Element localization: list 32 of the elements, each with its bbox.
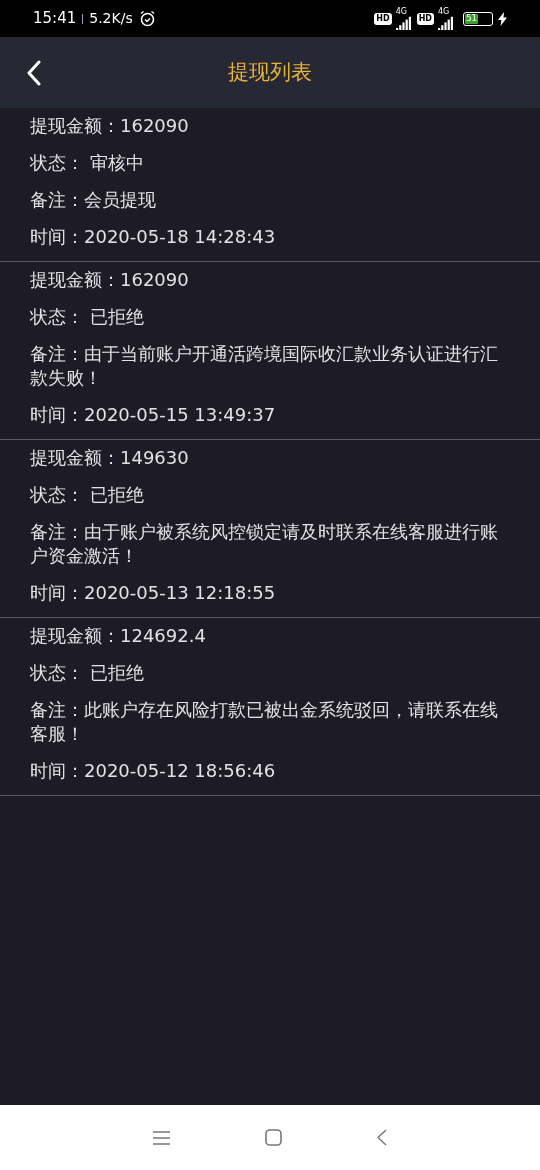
record-field: 状态： 已拒绝 — [30, 305, 500, 329]
hd-badge: HD — [416, 12, 434, 25]
alarm-clock-icon — [138, 10, 156, 27]
record-field: 状态： 已拒绝 — [30, 661, 500, 685]
record-field: 提现金额：162090 — [30, 114, 500, 138]
network-speed: 5.2K/s — [89, 9, 133, 28]
record-field: 时间：2020-05-12 18:56:46 — [30, 759, 500, 783]
network-type: 4G — [395, 7, 407, 16]
charging-icon — [498, 11, 507, 26]
signal-icon — [438, 15, 454, 30]
record-field: 备注：由于当前账户开通活跨境国际收汇款业务认证进行汇款失败！ — [30, 342, 500, 390]
menu-icon[interactable] — [153, 1130, 170, 1145]
clock-time: 15:41 — [33, 8, 77, 30]
record-field: 状态： 已拒绝 — [30, 483, 500, 507]
record-field: 时间：2020-05-18 14:28:43 — [30, 225, 500, 249]
record-field: 备注：会员提现 — [30, 188, 500, 212]
record-field: 时间：2020-05-15 13:49:37 — [30, 403, 500, 427]
page-title: 提现列表 — [228, 58, 312, 86]
record-field: 提现金额：162090 — [30, 268, 500, 292]
record-field: 备注：此账户存在风险打款已被出金系统驳回，请联系在线客服！ — [30, 698, 500, 746]
battery-level: 51 — [465, 14, 478, 23]
back-icon — [27, 60, 41, 86]
record-field: 提现金额：149630 — [30, 446, 500, 470]
hd-badge: HD — [374, 12, 392, 25]
record-field: 时间：2020-05-13 12:18:55 — [30, 581, 500, 605]
record-field: 状态： 审核中 — [30, 151, 500, 175]
signal-icon — [395, 15, 412, 30]
back-icon[interactable] — [377, 1129, 387, 1146]
record-field: 备注：由于账户被系统风控锁定请及时联系在线客服进行账户资金激活！ — [30, 520, 500, 568]
record-field: 提现金额：124692.4 — [30, 624, 500, 648]
home-icon[interactable] — [265, 1129, 282, 1146]
network-type: 4G — [438, 7, 450, 16]
